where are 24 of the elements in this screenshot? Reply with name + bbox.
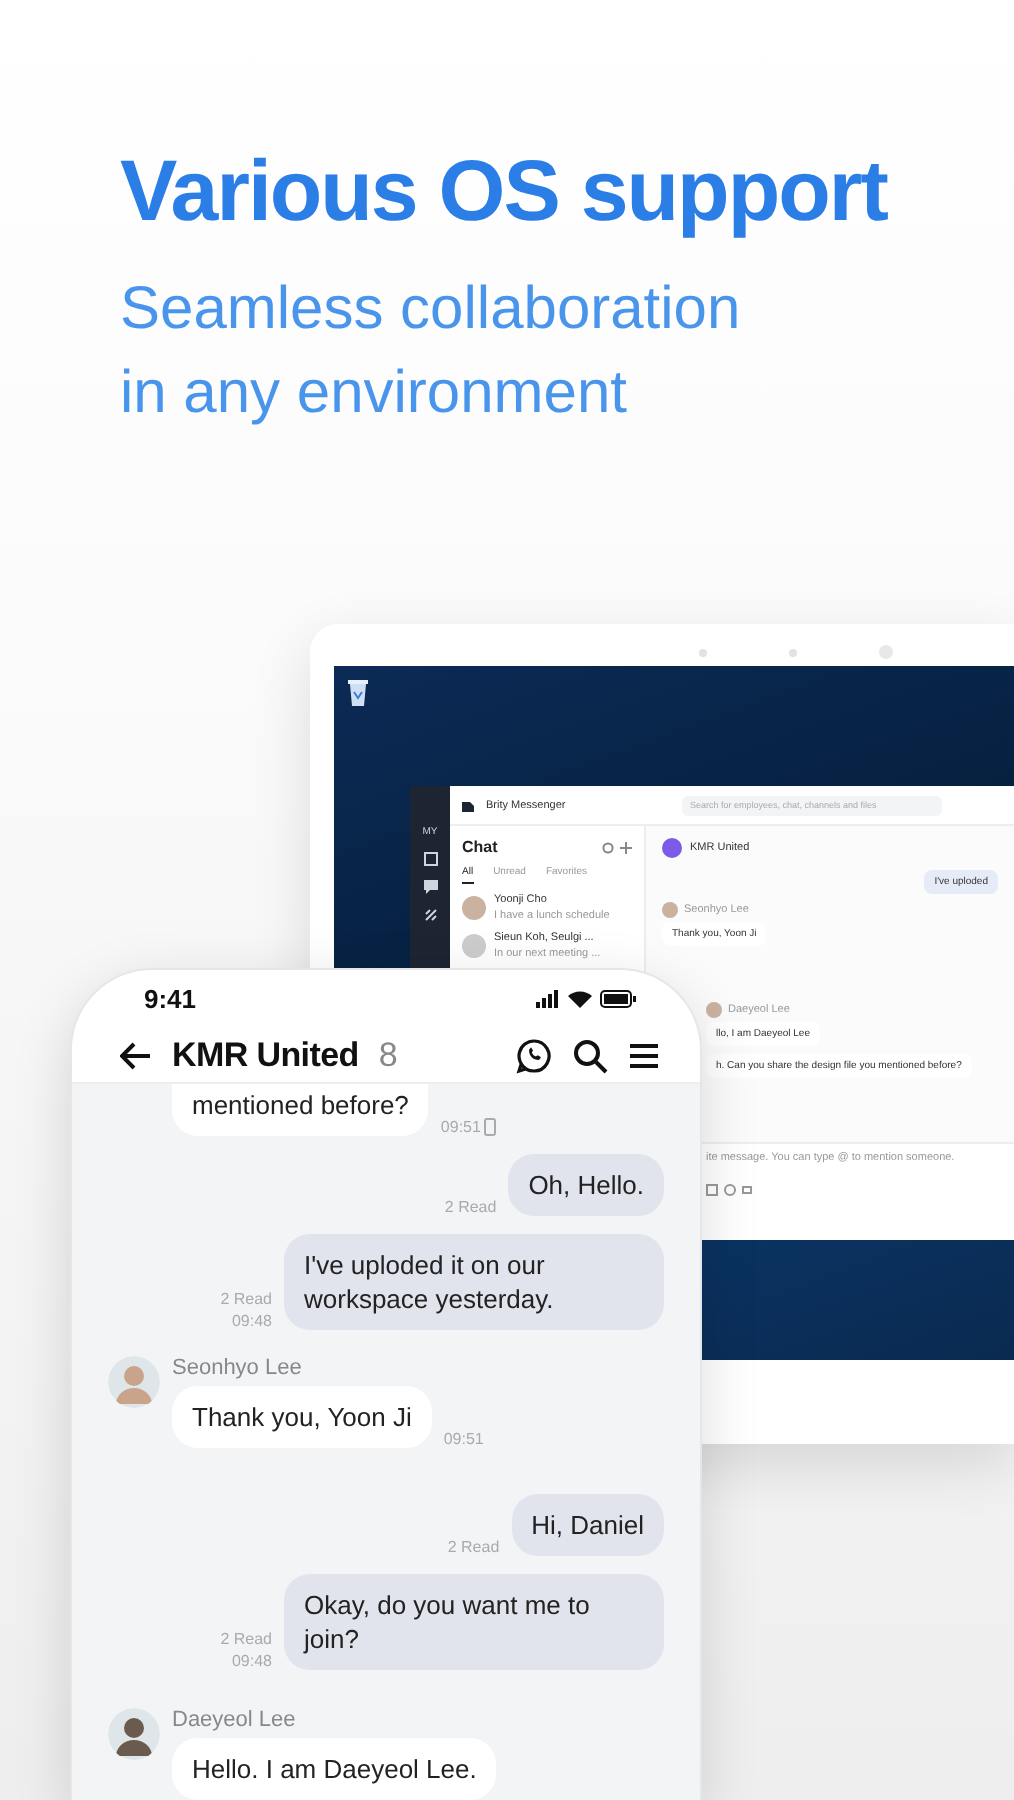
message-time: 09:48 [231, 1312, 272, 1330]
message-bubble: Thank you, Yoon Ji [172, 1386, 432, 1448]
message-bubble: Hello. I am Daeyeol Lee. [172, 1738, 497, 1800]
read-receipt: 2 Read [220, 1630, 272, 1648]
headline: Various OS support [120, 144, 890, 242]
sender-name: Seonhyo Lee [172, 1356, 304, 1380]
subtitle-line: Seamless collaboration [120, 274, 743, 346]
read-receipt: 2 Read [220, 1290, 272, 1308]
message-time: 09:51 [443, 1430, 484, 1448]
status-time: 9:41 [144, 984, 197, 1015]
message-bubble: Oh, Hello. [508, 1154, 664, 1216]
read-receipt: 2 Read [447, 1538, 500, 1556]
sender-name: Daeyeol Lee [172, 1708, 298, 1732]
message-bubble: mentioned before? [172, 1084, 429, 1136]
message-time: 09:51 [440, 1118, 481, 1136]
read-receipt: 2 Read [444, 1198, 497, 1216]
chat-title: KMR United [172, 1035, 359, 1076]
panel-title: Chat [462, 838, 498, 856]
message-bubble: Okay, do you want me to join? [284, 1574, 664, 1670]
member-count: 8 [378, 1035, 398, 1076]
subtitle-line: in any environment [120, 358, 629, 430]
message-time: 09:48 [231, 1652, 272, 1670]
message-bubble: I've uploded it on our workspace yesterday. [284, 1234, 664, 1330]
message-bubble: Hi, Daniel [511, 1494, 664, 1556]
